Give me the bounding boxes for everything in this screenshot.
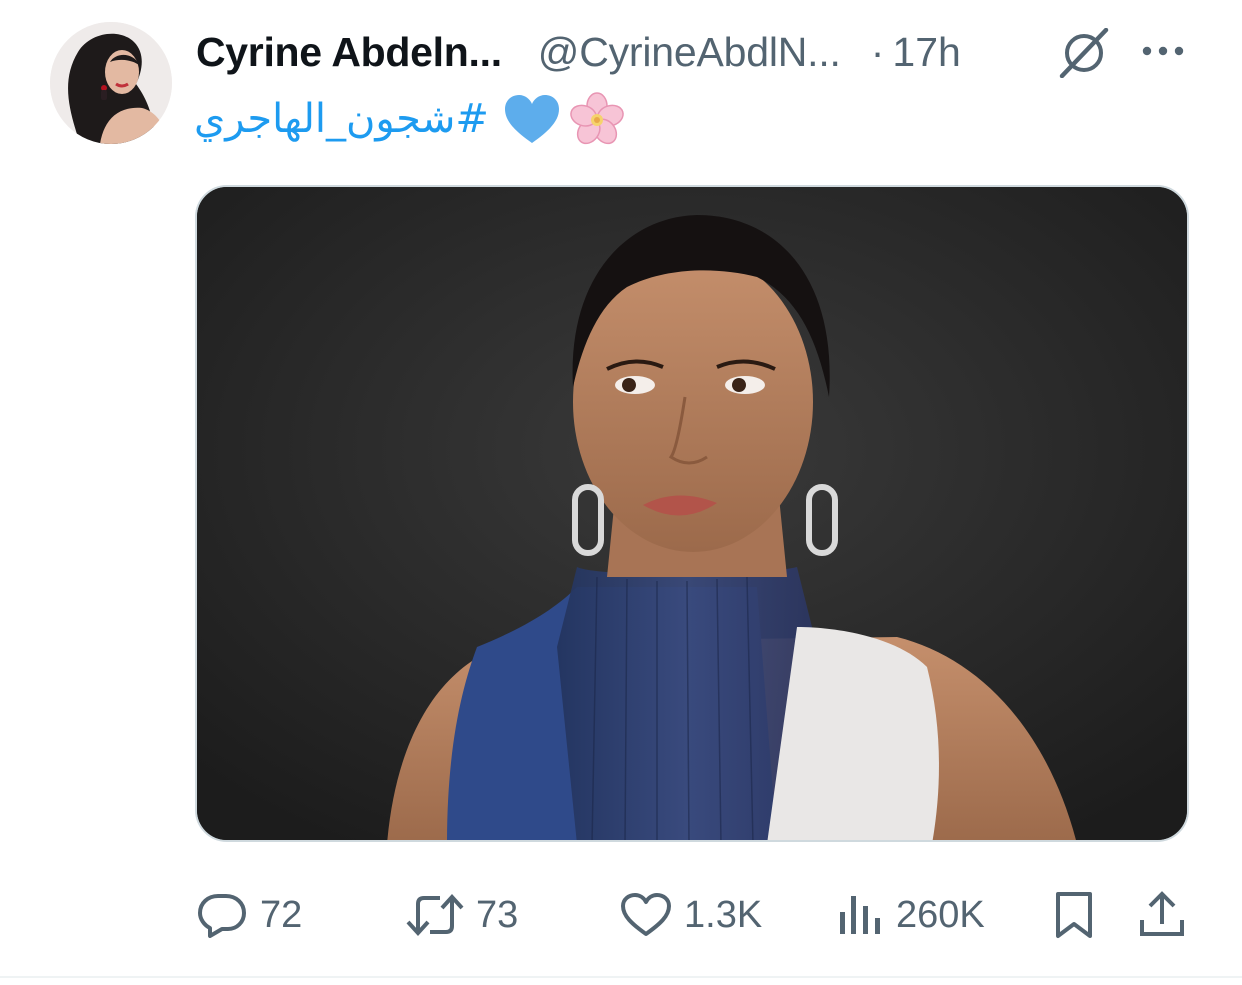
blue-heart-icon <box>504 95 559 143</box>
like-count: 1.3K <box>684 893 763 936</box>
tweet-media-photo[interactable] <box>195 185 1189 842</box>
heart-icon <box>621 893 671 936</box>
reply-count: 72 <box>260 893 303 936</box>
cherry-blossom-icon <box>570 92 624 145</box>
more-icon[interactable] <box>1140 36 1186 66</box>
grok-icon[interactable] <box>1056 28 1112 78</box>
views-count: 260K <box>896 893 985 936</box>
views-button[interactable]: 260K <box>836 880 985 950</box>
retweet-count: 73 <box>476 893 519 936</box>
share-icon <box>1140 891 1184 936</box>
tweet-action-bar: 72 73 1.3K 260K <box>196 880 1196 950</box>
display-name[interactable]: Cyrine Abdeln... <box>196 29 502 76</box>
tweet-divider <box>0 976 1242 978</box>
reply-button[interactable]: 72 <box>196 880 302 950</box>
portrait-photo-icon <box>197 187 1187 840</box>
retweet-button[interactable]: 73 <box>406 880 518 950</box>
tweet-header: Cyrine Abdeln... @CyrineAbdlN... · 17h <box>196 26 1196 78</box>
reply-icon <box>198 894 246 938</box>
retweet-icon <box>406 894 464 936</box>
avatar[interactable] <box>50 22 172 144</box>
views-icon <box>840 896 880 934</box>
separator-dot: · <box>870 28 885 75</box>
tweet[interactable]: Cyrine Abdeln... @CyrineAbdlN... · 17h #… <box>0 0 1242 985</box>
share-button[interactable] <box>1138 880 1186 950</box>
bookmark-button[interactable] <box>1052 880 1096 950</box>
avatar-photo-icon <box>50 22 172 144</box>
tweet-text: #شجون_الهاجري <box>194 88 625 150</box>
like-button[interactable]: 1.3K <box>620 880 762 950</box>
user-handle[interactable]: @CyrineAbdlN... <box>538 29 841 76</box>
hashtag-link[interactable]: #شجون_الهاجري <box>194 96 489 142</box>
bookmark-icon <box>1056 892 1092 938</box>
timestamp[interactable]: 17h <box>892 29 960 76</box>
